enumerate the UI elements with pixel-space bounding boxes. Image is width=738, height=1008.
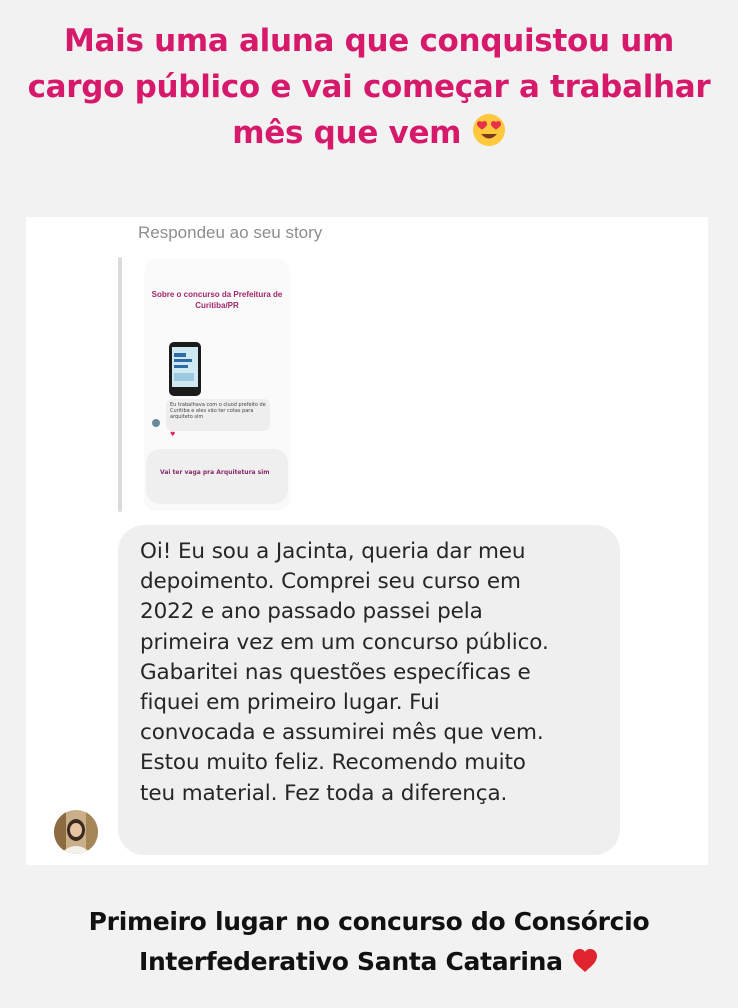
- sender-avatar[interactable]: [54, 810, 98, 854]
- story-reply-label: Respondeu ao seu story: [138, 223, 323, 242]
- story-thumbnail-reply: Vai ter vaga pra Arquitetura sim: [146, 449, 288, 504]
- message-text: Oi! Eu sou a Jacinta, queria dar meu dep…: [140, 539, 549, 806]
- headline: Mais uma aluna que conquistou um cargo p…: [20, 18, 718, 156]
- red-heart-icon: [573, 949, 598, 972]
- story-thumbnail-avatar: [152, 419, 160, 427]
- story-thumbnail-title: Sobre o concurso da Prefeitura de Curiti…: [151, 290, 283, 310]
- story-thumbnail-reply-text: Vai ter vaga pra Arquitetura sim: [160, 469, 270, 476]
- footer-caption: Primeiro lugar no concurso do Consórcio …: [20, 902, 718, 982]
- phone-image-icon: [169, 342, 201, 396]
- message-bubble[interactable]: Oi! Eu sou a Jacinta, queria dar meu dep…: [118, 525, 620, 855]
- story-thumbnail-bubble: Eu trabalhava com o cluod prefeito de Cu…: [166, 399, 270, 431]
- message-card: Respondeu ao seu story Sobre o concurso …: [26, 217, 708, 865]
- story-thumbnail[interactable]: Sobre o concurso da Prefeitura de Curiti…: [144, 259, 290, 511]
- reply-indicator-bar: [118, 257, 122, 512]
- smiling-face-with-heart-eyes-icon: [472, 114, 505, 146]
- footer-text: Primeiro lugar no concurso do Consórcio …: [88, 907, 650, 976]
- story-thumbnail-heart-icon: ♥: [170, 431, 176, 438]
- headline-text: Mais uma aluna que conquistou um cargo p…: [27, 23, 711, 151]
- sender-avatar-image: [54, 810, 98, 854]
